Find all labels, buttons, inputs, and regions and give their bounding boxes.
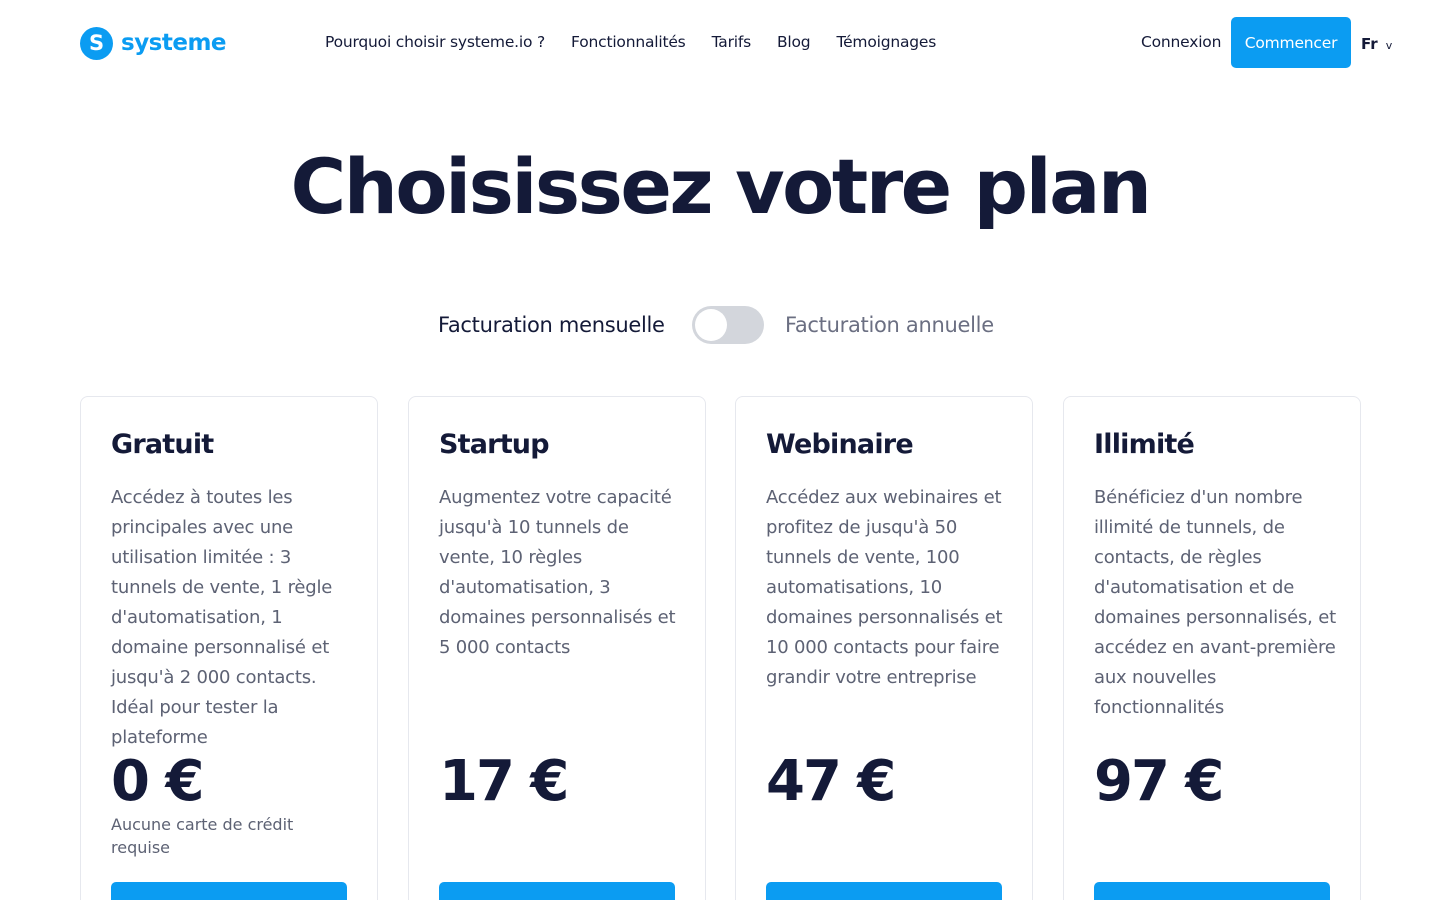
- chevron-down-icon: v: [1385, 39, 1393, 52]
- plan-description: Accédez à toutes les principales avec un…: [111, 487, 333, 748]
- nav-link-why-systeme[interactable]: Pourquoi choisir systeme.io ?: [325, 33, 545, 51]
- plan-select-button[interactable]: [439, 882, 675, 900]
- nav-link-blog[interactable]: Blog: [777, 33, 811, 51]
- billing-period-switch: Facturation mensuelle Facturation annuel…: [0, 306, 1440, 344]
- monthly-billing-label[interactable]: Facturation mensuelle: [438, 313, 665, 337]
- logo-wordmark: systeme: [121, 30, 227, 56]
- logo-letter: S: [88, 30, 105, 55]
- plan-price: 0 €: [111, 749, 204, 814]
- nav-link-features[interactable]: Fonctionnalités: [571, 33, 686, 51]
- plan-card-free: Gratuit Accédez à toutes les principales…: [80, 396, 378, 900]
- plan-description: Accédez aux webinaires et profitez de ju…: [766, 487, 1003, 688]
- language-selector[interactable]: Fr v: [1361, 35, 1392, 53]
- nav-link-pricing[interactable]: Tarifs: [712, 33, 752, 51]
- billing-toggle[interactable]: [692, 306, 764, 344]
- plan-name: Gratuit: [111, 429, 214, 460]
- page-title: Choisissez votre plan: [290, 142, 1152, 231]
- plan-name: Webinaire: [766, 429, 914, 460]
- plan-name: Startup: [439, 429, 550, 460]
- plan-price: 17 €: [439, 749, 569, 814]
- plan-description: Augmentez votre capacité jusqu'à 10 tunn…: [439, 487, 676, 658]
- plan-select-button[interactable]: [1094, 882, 1330, 900]
- plan-select-button[interactable]: [766, 882, 1002, 900]
- annual-billing-label[interactable]: Facturation annuelle: [785, 313, 994, 337]
- plan-select-button[interactable]: [111, 882, 347, 900]
- site-header: S systeme Pourquoi choisir systeme.io ? …: [0, 0, 1440, 88]
- plan-description: Bénéficiez d'un nombre illimité de tunne…: [1094, 487, 1336, 718]
- plan-card-webinar: Webinaire Accédez aux webinaires et prof…: [735, 396, 1033, 900]
- plan-card-startup: Startup Augmentez votre capacité jusqu'à…: [408, 396, 706, 900]
- plan-price: 97 €: [1094, 749, 1224, 814]
- toggle-knob: [695, 309, 727, 341]
- login-link[interactable]: Connexion: [1141, 33, 1221, 51]
- language-label: Fr: [1361, 35, 1378, 53]
- plan-price: 47 €: [766, 749, 896, 814]
- nav-link-testimonials[interactable]: Témoignages: [836, 33, 936, 51]
- plan-name: Illimité: [1094, 429, 1195, 460]
- get-started-button[interactable]: Commencer: [1231, 17, 1351, 68]
- main-nav: Pourquoi choisir systeme.io ? Fonctionna…: [325, 33, 962, 51]
- systeme-logo-icon: S: [80, 26, 113, 60]
- plan-card-unlimited: Illimité Bénéficiez d'un nombre illimité…: [1063, 396, 1361, 900]
- systeme-logo[interactable]: S systeme: [80, 26, 227, 60]
- plan-note: Aucune carte de crédit requise: [111, 815, 294, 857]
